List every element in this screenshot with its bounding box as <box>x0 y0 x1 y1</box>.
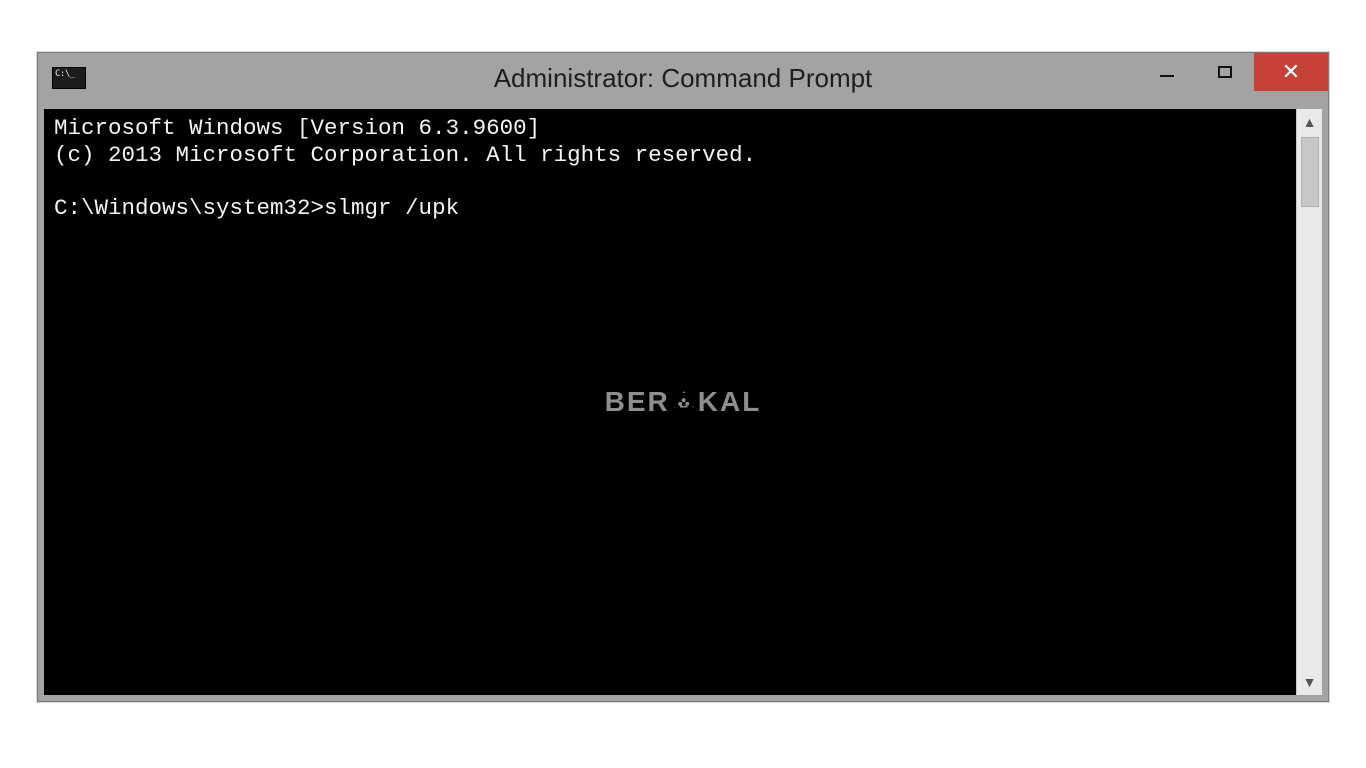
console-line: Microsoft Windows [Version 6.3.9600] <box>54 115 540 141</box>
close-button[interactable]: ✕ <box>1254 53 1328 91</box>
stage: Administrator: Command Prompt ✕ Microsof… <box>0 0 1366 768</box>
scroll-down-arrow-icon[interactable]: ▼ <box>1297 669 1322 695</box>
console-line: (c) 2013 Microsoft Corporation. All righ… <box>54 142 756 168</box>
window-controls: ✕ <box>1138 53 1328 103</box>
maximize-button[interactable] <box>1196 53 1254 91</box>
console-output[interactable]: Microsoft Windows [Version 6.3.9600] (c)… <box>44 109 1296 695</box>
client-area: Microsoft Windows [Version 6.3.9600] (c)… <box>44 109 1322 695</box>
titlebar[interactable]: Administrator: Command Prompt ✕ <box>38 53 1328 103</box>
vertical-scrollbar[interactable]: ▲ ▼ <box>1296 109 1322 695</box>
window-title: Administrator: Command Prompt <box>38 63 1328 94</box>
prompt: C:\Windows\system32> <box>54 195 324 221</box>
typed-command: slmgr /upk <box>324 195 459 221</box>
cmd-icon[interactable] <box>52 67 86 89</box>
command-prompt-window: Administrator: Command Prompt ✕ Microsof… <box>37 52 1329 702</box>
scroll-up-arrow-icon[interactable]: ▲ <box>1297 109 1322 135</box>
minimize-button[interactable] <box>1138 53 1196 91</box>
scroll-thumb[interactable] <box>1301 137 1319 207</box>
